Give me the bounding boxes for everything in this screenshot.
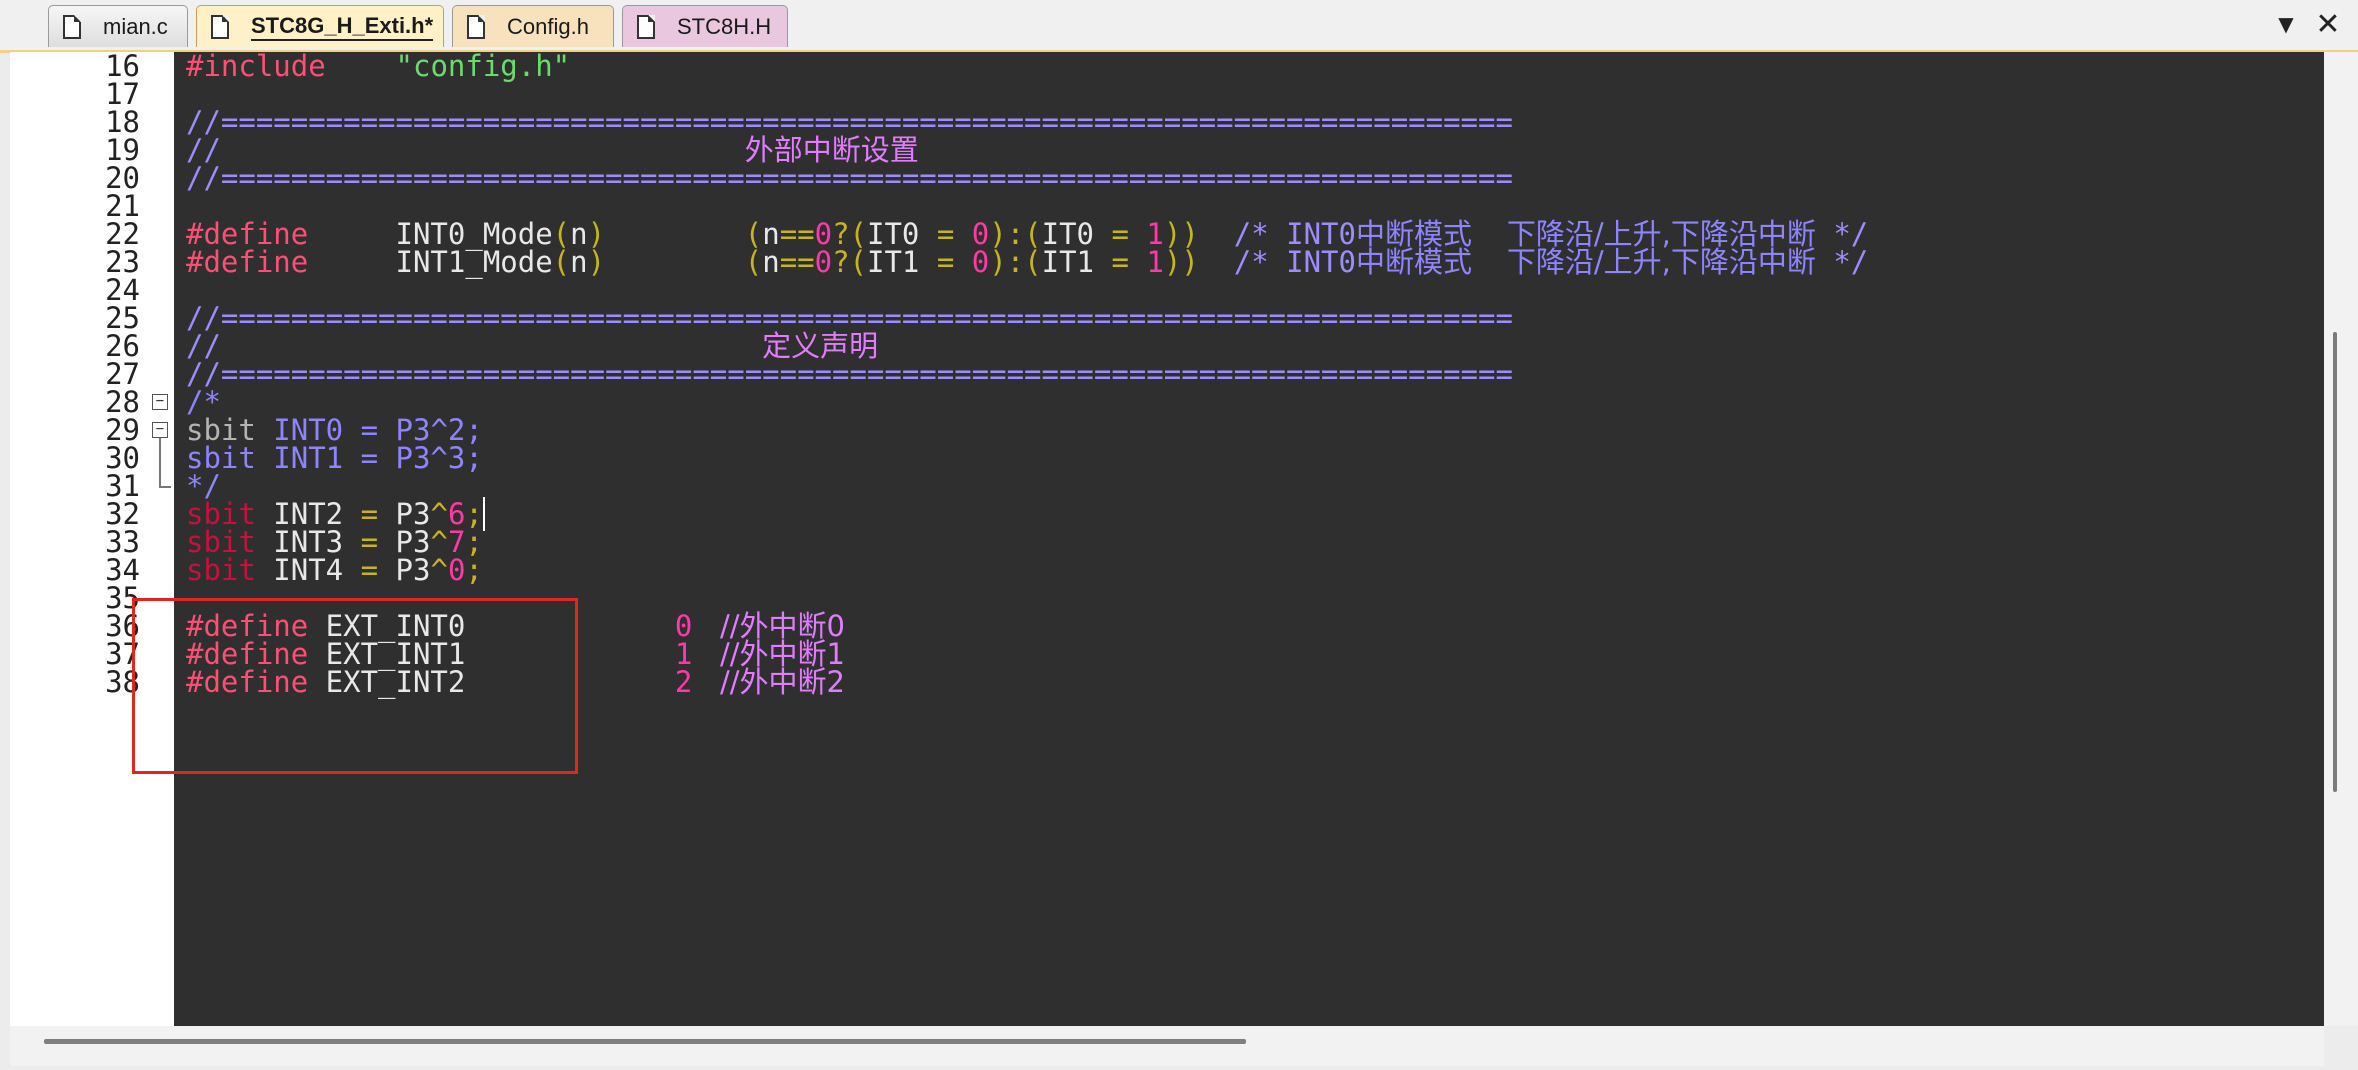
code-text-area[interactable]: #include "config.h" //===================… (174, 52, 2324, 1026)
vertical-scrollbar[interactable] (2324, 52, 2358, 1026)
code-token: sbit INT1 = P3^3; (186, 441, 483, 475)
code-token: //======================================… (186, 357, 1513, 391)
file-icon (211, 14, 229, 39)
code-token: 1 (1146, 245, 1164, 279)
code-token: */ (1815, 245, 1869, 279)
fold-toggle-icon[interactable]: − (152, 422, 168, 438)
code-token: #define (186, 665, 309, 699)
code-token: IT1 (867, 245, 920, 279)
code-token: 中断模式 (1355, 245, 1472, 279)
close-tab-icon[interactable]: ✕ (2314, 7, 2342, 42)
fold-toggle-icon[interactable]: − (152, 394, 168, 410)
code-line[interactable]: sbit INT4 = P3^0; (186, 549, 483, 591)
code-token: 下降沿/上升,下降沿中断 (1506, 245, 1816, 279)
code-token: // (692, 665, 740, 699)
code-token: n (570, 245, 588, 279)
code-line[interactable]: //======================================… (186, 353, 1513, 395)
vertical-scrollbar-thumb[interactable] (2333, 332, 2337, 792)
code-token: = (919, 245, 972, 279)
code-line[interactable]: #define EXT_INT2 2 //外中断2 (186, 661, 845, 703)
code-line[interactable]: #include "config.h" (186, 52, 570, 87)
horizontal-scrollbar[interactable] (10, 1026, 2324, 1066)
code-token: //======================================… (186, 161, 1513, 195)
code-token: = (360, 553, 379, 587)
code-token: "config.h" (395, 52, 571, 83)
code-token: P3 (378, 553, 431, 587)
file-icon (467, 14, 485, 39)
code-line[interactable]: sbit INT1 = P3^3; (186, 437, 483, 479)
tab-label: STC8G_H_Exti.h* (251, 13, 434, 41)
tab-stc8g-h-exti-h[interactable]: STC8G_H_Exti.h* (196, 5, 444, 47)
code-token: #include (186, 52, 326, 83)
code-token: 0 (814, 245, 833, 279)
code-token: )) (1163, 245, 1199, 279)
file-icon (637, 14, 655, 39)
code-token: n (762, 245, 780, 279)
tab-label: Config.h (507, 13, 589, 39)
tab-list-dropdown-icon[interactable]: ▼ (2272, 10, 2300, 38)
fold-end-marker (159, 486, 171, 488)
code-line[interactable]: #define INT1_Mode(n) (n==0?(IT1 = 0):(IT… (186, 241, 1868, 283)
code-token: 0 (447, 553, 466, 587)
text-cursor (482, 497, 485, 531)
code-token: ^ (430, 553, 448, 587)
code-token: == (779, 245, 815, 279)
file-tab-bar: mian.c STC8G_H_Exti.h* Config.h STC8H.H … (0, 0, 2358, 53)
editor-pane[interactable]: 16 17 18 19 20 21 22 23 24 25 26 27 28 29 30 31 32 33 34 35… (10, 49, 2324, 1026)
code-token: /* INT0 (1198, 245, 1356, 279)
code-token: ):( (989, 245, 1042, 279)
tab-label: STC8H.H (677, 13, 772, 39)
line-number: 38 (105, 665, 140, 699)
code-editor-window: mian.c STC8G_H_Exti.h* Config.h STC8H.H … (0, 0, 2358, 1070)
fold-guide-line (159, 438, 161, 488)
tab-config-h[interactable]: Config.h (452, 5, 614, 47)
code-token: EXT_INT2 (308, 665, 675, 699)
code-token: ?( (832, 245, 867, 279)
code-token: IT1 (1041, 245, 1095, 279)
code-token: sbit (186, 553, 256, 587)
line-number-gutter: 16 17 18 19 20 21 22 23 24 25 26 27 28 29 30 31 32 33 34 35… (10, 49, 174, 1026)
code-line[interactable]: //======================================… (186, 157, 1513, 199)
tab-label: mian.c (103, 13, 168, 39)
code-token: INT4 (255, 553, 361, 587)
code-token: 0 (971, 245, 990, 279)
code-token: #define (186, 245, 309, 279)
file-icon (63, 14, 81, 39)
code-token: 2 (674, 665, 693, 699)
code-token: ( (552, 245, 571, 279)
horizontal-scrollbar-thumb[interactable] (44, 1039, 1246, 1044)
code-token: ; (465, 553, 483, 587)
code-token: INT1_Mode (308, 245, 553, 279)
code-token: = (1094, 245, 1147, 279)
tab-stc8h-h[interactable]: STC8H.H (622, 5, 788, 47)
code-token: ) (587, 245, 606, 279)
code-token: ( (744, 245, 763, 279)
code-token: 外中断2 (739, 665, 845, 699)
tab-mian-c[interactable]: mian.c (48, 5, 188, 47)
